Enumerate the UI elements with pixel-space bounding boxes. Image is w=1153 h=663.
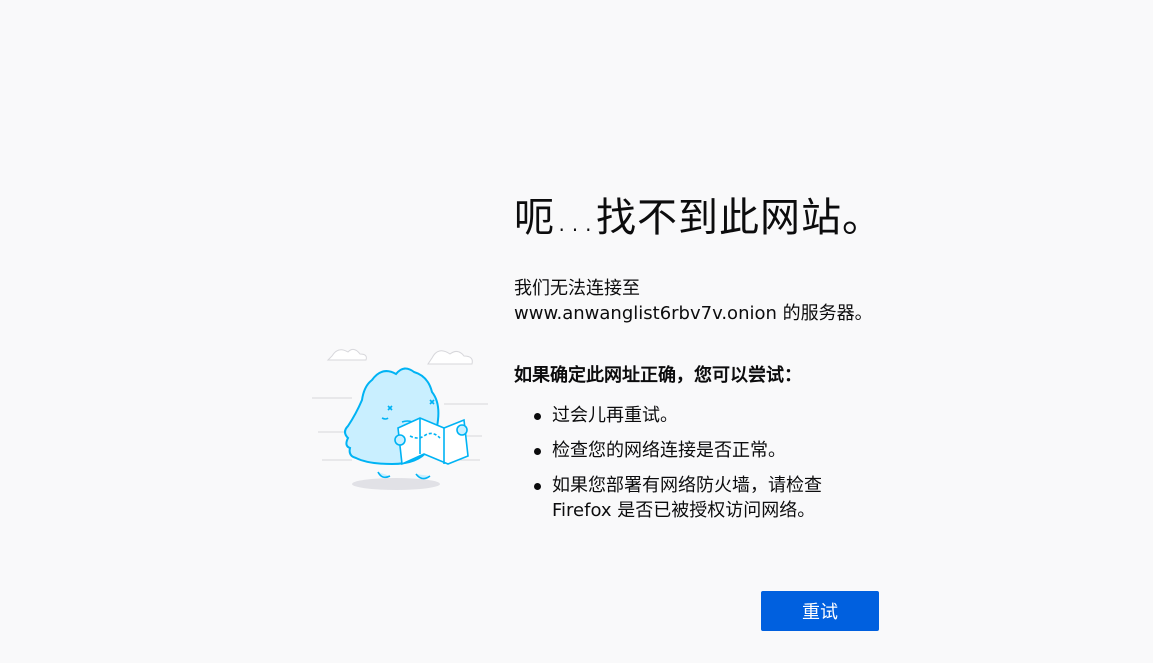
suggestion-text: 如果您部署有网络防火墙，请检查 xyxy=(552,475,822,496)
suggestion-text: 过会儿再重试。 xyxy=(552,405,678,426)
suggestion-item: 过会儿再重试。 xyxy=(514,403,894,428)
page-title: 呃…找不到此网站。 xyxy=(514,195,883,241)
suggestion-text-continued: Firefox 是否已被授权访问网络。 xyxy=(552,500,816,521)
suggestions-heading: 如果确定此网址正确，您可以尝试： xyxy=(514,365,802,386)
retry-button[interactable]: 重试 xyxy=(761,591,879,631)
error-page: 呃…找不到此网站。 我们无法连接至 www.anwanglist6rbv7v.o… xyxy=(0,0,1153,663)
error-description-host: www.anwanglist6rbv7v.onion 的服务器。 xyxy=(514,303,873,324)
error-description: 我们无法连接至 www.anwanglist6rbv7v.onion 的服务器。 xyxy=(514,276,894,326)
suggestion-item: 检查您的网络连接是否正常。 xyxy=(514,438,894,463)
error-description-line: 我们无法连接至 xyxy=(514,278,640,299)
suggestions-list: 过会儿再重试。 检查您的网络连接是否正常。 如果您部署有网络防火墙，请检查 Fi… xyxy=(514,403,894,523)
confused-monster-with-map-icon xyxy=(312,348,488,490)
suggestion-item: 如果您部署有网络防火墙，请检查 Firefox 是否已被授权访问网络。 xyxy=(514,473,894,523)
bullet-icon xyxy=(534,483,541,490)
bullet-icon xyxy=(534,448,541,455)
bullet-icon xyxy=(534,413,541,420)
suggestion-text: 检查您的网络连接是否正常。 xyxy=(552,440,786,461)
error-content: 呃…找不到此网站。 我们无法连接至 www.anwanglist6rbv7v.o… xyxy=(514,192,894,533)
